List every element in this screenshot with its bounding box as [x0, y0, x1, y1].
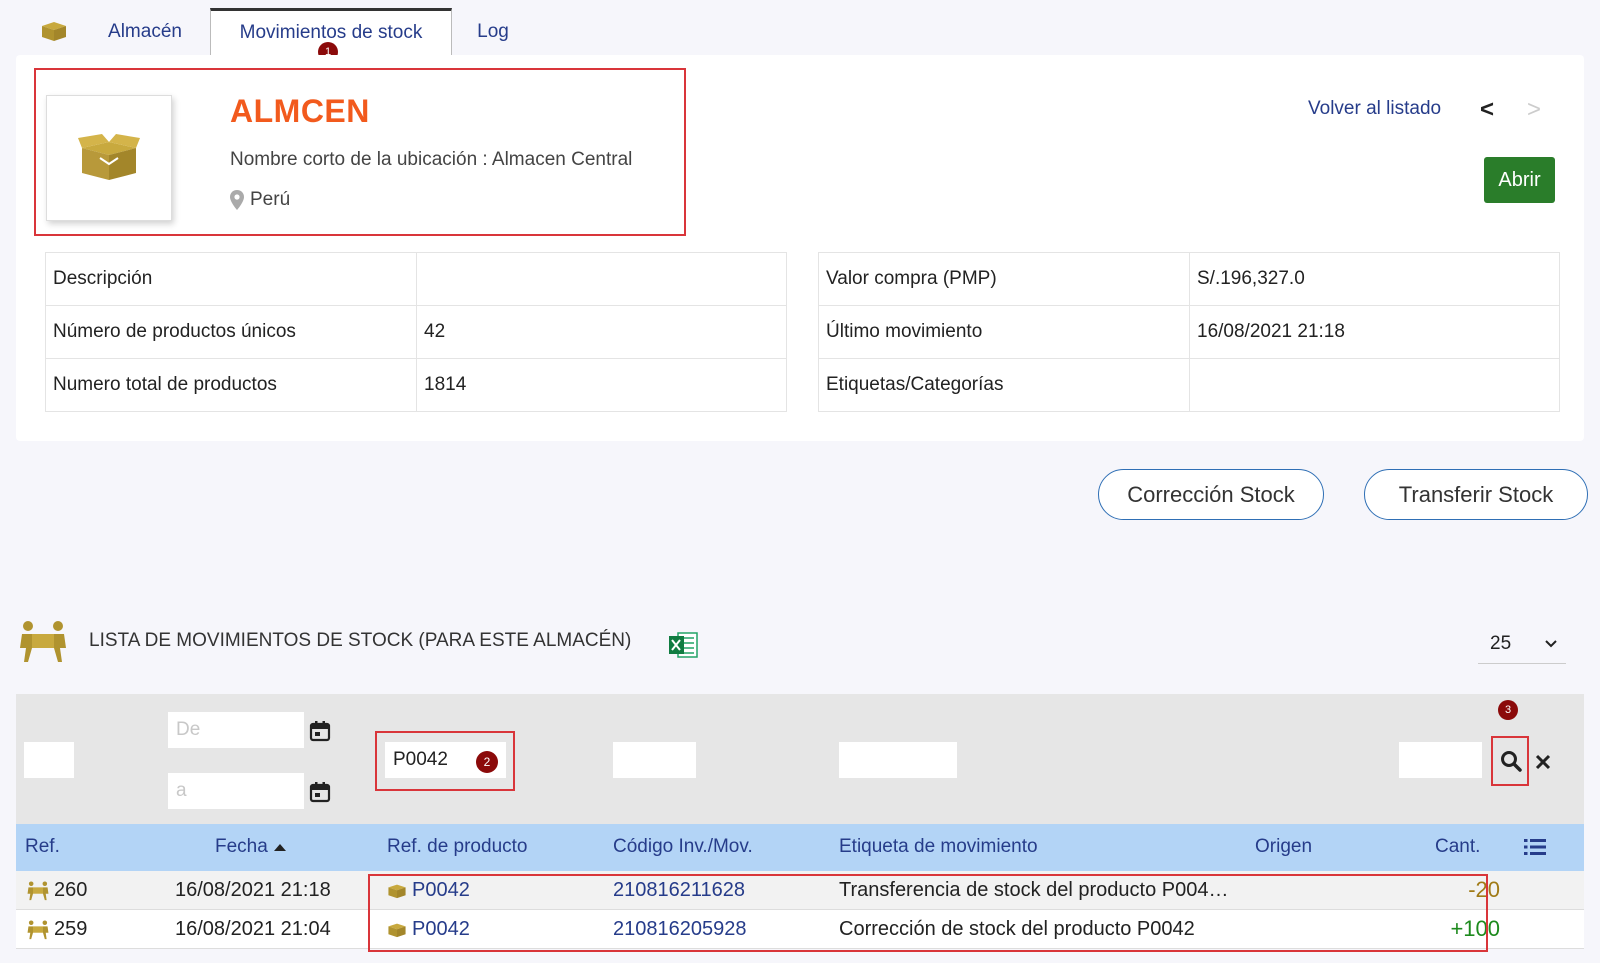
- open-box-icon: [78, 134, 140, 180]
- tab-almacen[interactable]: Almacén: [90, 8, 200, 55]
- tab-log[interactable]: Log: [458, 8, 528, 55]
- tab-bar: Almacén Movimientos de stock Log 1: [0, 0, 1600, 62]
- country: Perú: [230, 189, 290, 211]
- country-label: Perú: [250, 189, 291, 210]
- excel-export-icon[interactable]: [668, 632, 698, 658]
- column-header-qty[interactable]: Cant.: [1435, 836, 1480, 858]
- row-ref[interactable]: 260: [54, 879, 87, 902]
- column-header-origin[interactable]: Origen: [1255, 836, 1312, 858]
- info-label: Etiquetas/Categorías: [818, 358, 1190, 412]
- column-header-label[interactable]: Etiqueta de movimiento: [839, 836, 1038, 858]
- label-filter-input[interactable]: [839, 742, 957, 778]
- date-from-input[interactable]: De: [168, 712, 304, 748]
- previous-icon[interactable]: <: [1480, 96, 1494, 124]
- column-header-product-ref[interactable]: Ref. de producto: [387, 836, 527, 858]
- info-table-right: Valor compra (PMP) S/.196,327.0 Último m…: [818, 252, 1560, 412]
- info-row: Etiquetas/Categorías: [818, 358, 1560, 412]
- column-list-icon[interactable]: [1524, 838, 1546, 856]
- movement-icon: [27, 881, 49, 901]
- page-size-value: 25: [1490, 632, 1512, 654]
- table-header: Ref. Fecha Ref. de producto Código Inv./…: [16, 824, 1584, 871]
- step-marker-3: 3: [1498, 700, 1518, 720]
- info-row: Numero total de productos 1814: [45, 358, 787, 412]
- date-from-placeholder: De: [176, 719, 201, 740]
- back-to-list-link[interactable]: Volver al listado: [1308, 98, 1441, 120]
- warehouse-title: ALMCEN: [230, 93, 370, 129]
- info-row: Número de productos únicos 42: [45, 305, 787, 359]
- highlight-box-rows: [368, 874, 1488, 952]
- info-table-left: Descripción Número de productos únicos 4…: [45, 252, 787, 412]
- info-label: Valor compra (PMP): [818, 252, 1190, 306]
- info-label: Número de productos únicos: [45, 305, 417, 359]
- info-label: Descripción: [45, 252, 417, 306]
- code-filter-input[interactable]: [613, 742, 696, 778]
- ref-filter-input[interactable]: [24, 742, 74, 778]
- next-icon[interactable]: >: [1527, 96, 1541, 124]
- search-icon[interactable]: [1500, 750, 1522, 772]
- info-label: Numero total de productos: [45, 358, 417, 412]
- row-date: 16/08/2021 21:18: [175, 879, 331, 901]
- step-marker-2: 2: [476, 751, 498, 773]
- sort-asc-icon: [274, 844, 287, 851]
- info-value: 16/08/2021 21:18: [1189, 305, 1560, 359]
- qty-filter-input[interactable]: [1399, 742, 1482, 778]
- info-value: [416, 252, 787, 306]
- column-header-code[interactable]: Código Inv./Mov.: [613, 836, 753, 858]
- info-row: Descripción: [45, 252, 787, 306]
- column-header-date-label: Fecha: [215, 836, 268, 857]
- info-row: Último movimiento 16/08/2021 21:18: [818, 305, 1560, 359]
- stock-correction-button[interactable]: Corrección Stock: [1098, 469, 1324, 520]
- list-title: LISTA DE MOVIMIENTOS DE STOCK (PARA ESTE…: [89, 630, 632, 651]
- info-value: 42: [416, 305, 787, 359]
- open-button[interactable]: Abrir: [1484, 157, 1555, 203]
- info-value: S/.196,327.0: [1189, 252, 1560, 306]
- stock-transfer-button[interactable]: Transferir Stock: [1364, 469, 1588, 520]
- chevron-down-icon: [1545, 639, 1557, 647]
- movement-icon: [27, 920, 49, 940]
- calendar-icon[interactable]: [309, 720, 331, 742]
- clear-filters-icon[interactable]: [1535, 754, 1551, 770]
- info-value: 1814: [416, 358, 787, 412]
- info-label: Último movimiento: [818, 305, 1190, 359]
- calendar-icon[interactable]: [309, 781, 331, 803]
- date-to-input[interactable]: a: [168, 773, 304, 809]
- column-header-ref[interactable]: Ref.: [25, 836, 60, 858]
- column-header-date[interactable]: Fecha: [215, 836, 287, 858]
- info-value: [1189, 358, 1560, 412]
- product-ref-filter-value: P0042: [393, 749, 448, 770]
- row-ref[interactable]: 259: [54, 918, 87, 941]
- row-date: 16/08/2021 21:04: [175, 918, 331, 940]
- warehouse-logo: [46, 95, 172, 221]
- map-pin-icon: [230, 190, 244, 210]
- box-icon: [42, 22, 66, 41]
- date-to-placeholder: a: [176, 780, 187, 801]
- info-row: Valor compra (PMP) S/.196,327.0: [818, 252, 1560, 306]
- movements-icon: [20, 621, 66, 662]
- short-name-line: Nombre corto de la ubicación : Almacen C…: [230, 149, 633, 170]
- page-size-select[interactable]: 25: [1478, 624, 1566, 664]
